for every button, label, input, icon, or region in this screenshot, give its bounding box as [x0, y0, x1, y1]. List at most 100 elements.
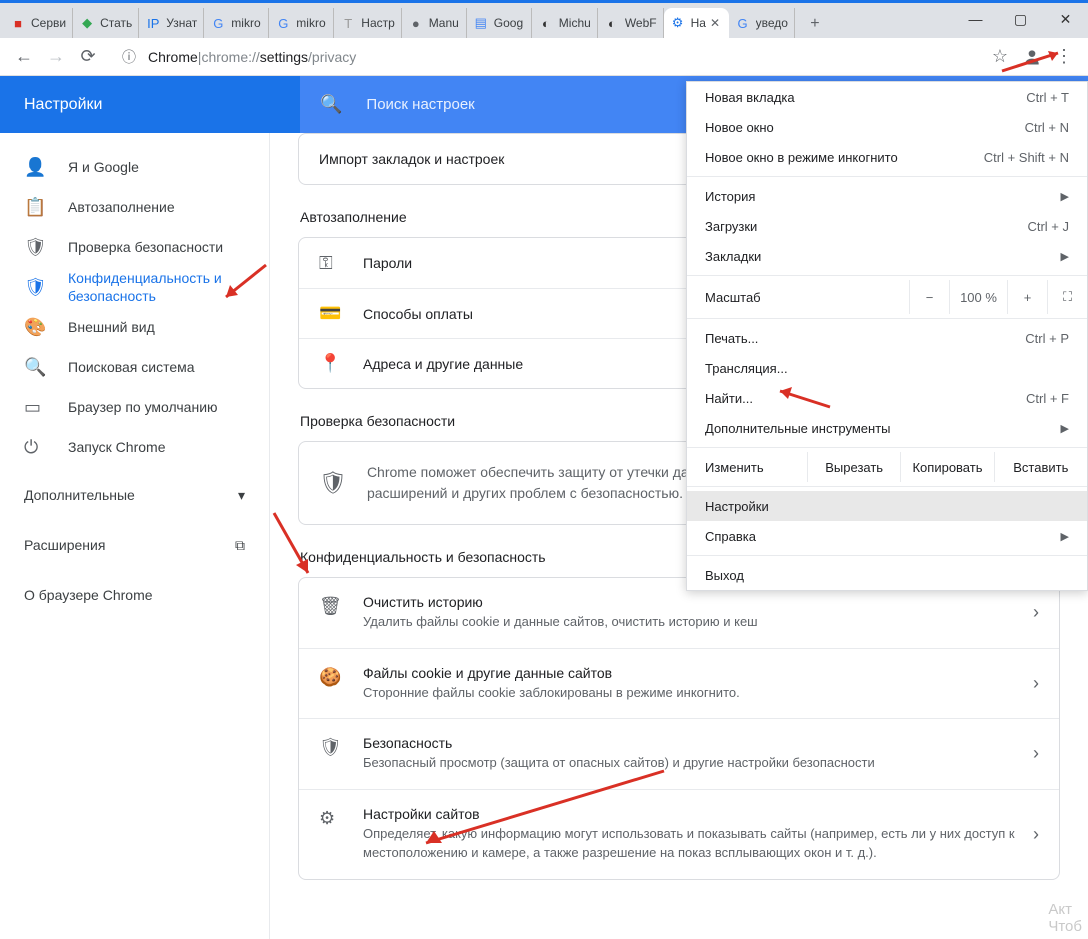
sidebar-item[interactable]: 👤Я и Google [0, 147, 269, 187]
browser-tab[interactable]: Gmikro [204, 8, 269, 38]
sidebar-extensions[interactable]: Расширения⧉ [0, 525, 269, 565]
privacy-row[interactable]: 🛡 БезопасностьБезопасный просмотр (защит… [299, 718, 1059, 789]
row-icon: 📍 [319, 353, 339, 374]
menu-zoom: Масштаб − 100 % + ⛶ [687, 280, 1087, 314]
url-host: settings [260, 49, 308, 65]
maximize-button[interactable]: ▢ [998, 5, 1043, 33]
menu-exit[interactable]: Выход [687, 560, 1087, 590]
menu-paste[interactable]: Вставить [994, 452, 1087, 482]
sidebar-item[interactable]: ▭Браузер по умолчанию [0, 387, 269, 427]
tab-label: Серви [31, 16, 66, 30]
reload-button[interactable]: ⟳ [72, 41, 104, 73]
sidebar-item[interactable]: 🛡Проверка безопасности [0, 227, 269, 267]
search-icon: 🔍 [320, 94, 342, 115]
bookmark-star-icon[interactable]: ☆ [984, 41, 1016, 73]
row-icon: 🗑 [319, 596, 339, 617]
menu-new-window[interactable]: Новое окноCtrl + N [687, 112, 1087, 142]
menu-downloads[interactable]: ЗагрузкиCtrl + J [687, 211, 1087, 241]
menu-more-tools[interactable]: Дополнительные инструменты▶ [687, 413, 1087, 443]
sidebar-item-label: Браузер по умолчанию [68, 398, 218, 416]
browser-tab[interactable]: IPУзнат [139, 8, 204, 38]
sidebar-advanced[interactable]: Дополнительные▾ [0, 475, 269, 515]
zoom-in-button[interactable]: + [1007, 280, 1047, 314]
chevron-right-icon: › [1033, 602, 1039, 623]
menu-history[interactable]: История▶ [687, 181, 1087, 211]
new-tab-button[interactable]: + [801, 10, 829, 38]
sidebar-item-label: Запуск Chrome [68, 438, 165, 456]
privacy-card: 🗑 Очистить историюУдалить файлы cookie и… [298, 577, 1060, 880]
tab-favicon-icon: ◐ [604, 15, 620, 31]
privacy-row[interactable]: 🍪 Файлы cookie и другие данные сайтовСто… [299, 648, 1059, 719]
tab-strip: ■Серви◆СтатьIPУзнатGmikroGmikroTНастр●Ma… [0, 3, 1088, 38]
sidebar-item-icon: ⏻ [24, 437, 44, 458]
menu-settings[interactable]: Настройки [687, 491, 1087, 521]
forward-button[interactable]: → [40, 41, 72, 73]
sidebar-item-label: Поисковая система [68, 358, 195, 376]
import-label: Импорт закладок и настроек [319, 151, 504, 167]
tab-favicon-icon: G [210, 15, 226, 31]
chrome-menu-button[interactable]: ⋮ [1048, 41, 1080, 73]
row-icon: ⚿ [319, 253, 339, 274]
zoom-out-button[interactable]: − [909, 280, 949, 314]
tab-label: Manu [429, 16, 459, 30]
back-button[interactable]: ← [8, 41, 40, 73]
tab-favicon-icon: G [275, 15, 291, 31]
chevron-right-icon: › [1033, 824, 1039, 845]
tab-label: уведо [756, 16, 788, 30]
toolbar: ← → ⟳ ⓘ Chrome | chrome:// settings /pri… [0, 38, 1088, 76]
menu-find[interactable]: Найти...Ctrl + F [687, 383, 1087, 413]
minimize-button[interactable]: — [953, 5, 998, 33]
browser-tab[interactable]: ● Manu [402, 8, 467, 38]
tab-favicon-icon: ◐ [538, 15, 554, 31]
url-prefix: Chrome [148, 49, 198, 65]
menu-print[interactable]: Печать...Ctrl + P [687, 323, 1087, 353]
browser-tab[interactable]: ▤ Goog [467, 8, 532, 38]
site-info-icon[interactable]: ⓘ [122, 47, 136, 67]
fullscreen-button[interactable]: ⛶ [1047, 280, 1087, 314]
zoom-label: Масштаб [705, 290, 909, 305]
chevron-down-icon: ▾ [238, 487, 245, 504]
tab-label: mikro [231, 16, 260, 30]
menu-new-tab[interactable]: Новая вкладкаCtrl + T [687, 82, 1087, 112]
browser-tab[interactable]: ■Серви [4, 8, 73, 38]
menu-copy[interactable]: Копировать [900, 452, 993, 482]
tab-favicon-icon: ▤ [473, 15, 489, 31]
sidebar-item-label: Проверка безопасности [68, 238, 223, 256]
sidebar-item[interactable]: 📋Автозаполнение [0, 187, 269, 227]
address-bar[interactable]: ⓘ Chrome | chrome:// settings /privacy [110, 43, 978, 71]
browser-tab[interactable]: ◆Стать [73, 8, 139, 38]
tab-label: Goog [494, 16, 523, 30]
row-subtitle: Удалить файлы cookie и данные сайтов, оч… [363, 612, 1033, 632]
browser-tab[interactable]: Gmikro [269, 8, 334, 38]
search-placeholder: Поиск настроек [366, 96, 474, 113]
sidebar-item-label: Конфиденциальность и безопасность [68, 269, 245, 305]
row-icon: ⚙ [319, 808, 339, 829]
menu-incognito[interactable]: Новое окно в режиме инкогнитоCtrl + Shif… [687, 142, 1087, 172]
close-button[interactable]: ✕ [1043, 5, 1088, 33]
tab-label: На [691, 16, 706, 30]
browser-tab[interactable]: Gуведо [729, 8, 795, 38]
browser-tab[interactable]: ◐Michu [532, 8, 598, 38]
privacy-row[interactable]: ⚙ Настройки сайтовОпределяет, какую инфо… [299, 789, 1059, 879]
menu-help[interactable]: Справка▶ [687, 521, 1087, 551]
menu-cast[interactable]: Трансляция... [687, 353, 1087, 383]
sidebar-about[interactable]: О браузере Chrome [0, 575, 269, 615]
browser-tab[interactable]: T Настр [334, 8, 402, 38]
sidebar-item-icon: 📋 [24, 197, 44, 218]
menu-cut[interactable]: Вырезать [807, 452, 900, 482]
zoom-value: 100 % [949, 280, 1007, 314]
tab-favicon-icon: ● [408, 15, 424, 31]
sidebar-item[interactable]: 🔍Поисковая система [0, 347, 269, 387]
shield-icon: 🛡 [319, 470, 347, 496]
sidebar-item[interactable]: ⏻ Запуск Chrome [0, 427, 269, 467]
menu-bookmarks[interactable]: Закладки▶ [687, 241, 1087, 271]
browser-tab[interactable]: ◐WebF [598, 8, 664, 38]
sidebar-item[interactable]: 🛡Конфиденциальность и безопасность [0, 267, 269, 307]
tab-label: Настр [361, 16, 395, 30]
browser-tab[interactable]: ⚙На✕ [664, 8, 729, 38]
row-label: Пароли [363, 255, 412, 271]
sidebar-item[interactable]: 🎨Внешний вид [0, 307, 269, 347]
tab-close-icon[interactable]: ✕ [710, 16, 720, 30]
tab-favicon-icon: T [340, 15, 356, 31]
profile-icon[interactable] [1016, 41, 1048, 73]
